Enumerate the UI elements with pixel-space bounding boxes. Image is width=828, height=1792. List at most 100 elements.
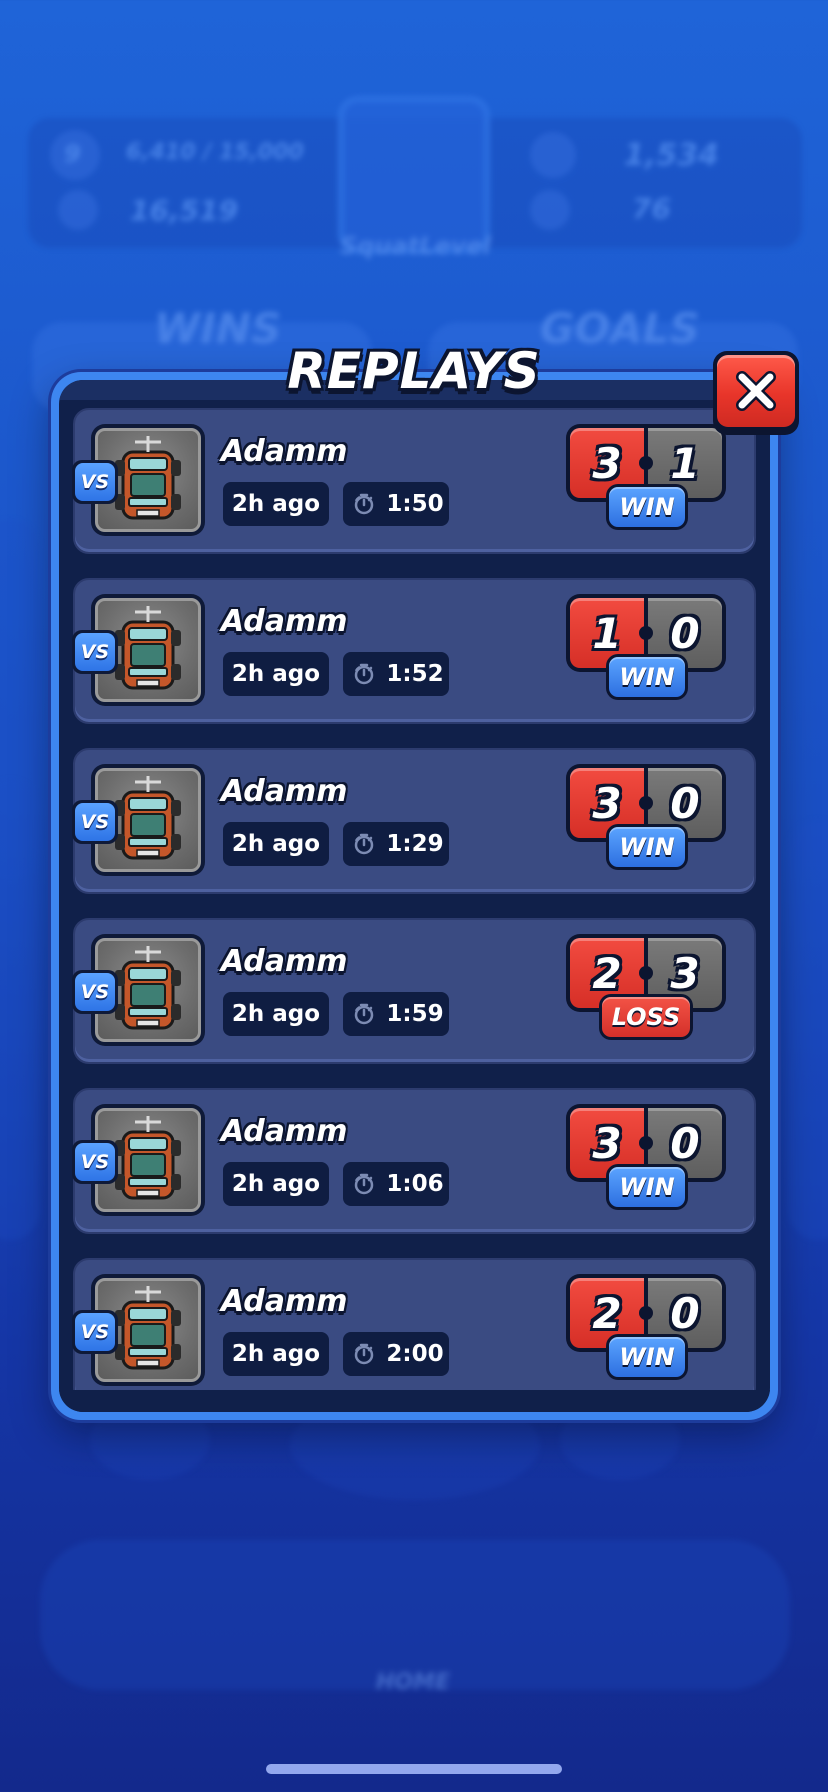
stopwatch-icon (355, 663, 374, 685)
home-nav-label: HOME (376, 1670, 451, 1695)
opponent-name: Adamm (221, 604, 348, 639)
result-label: WIN (609, 827, 685, 867)
stopwatch-icon (355, 493, 374, 515)
vs-badge: VS (72, 1310, 118, 1354)
replays-modal-body: VS Adamm 2h ago 1:50 3 1 WIN VS Adamm 2h… (59, 380, 770, 1412)
result-badge: LOSS (599, 994, 693, 1040)
gem-icon (530, 190, 570, 230)
vs-badge: VS (72, 800, 118, 844)
trophies-text: 1,534 (624, 138, 719, 173)
score-separator (639, 796, 653, 810)
replay-row[interactable]: VS Adamm 2h ago 1:50 3 1 WIN (72, 408, 756, 554)
close-icon (736, 371, 776, 411)
duration-text: 1:50 (386, 491, 444, 517)
opponent-score: 3 (670, 948, 700, 998)
profile-avatar (338, 96, 490, 254)
result-label: WIN (609, 487, 685, 527)
vs-badge-label: VS (75, 973, 115, 1011)
level-text: 9 (64, 140, 81, 168)
left-side-panel (0, 520, 40, 1240)
vs-badge-label: VS (75, 1143, 115, 1181)
xp-text: 6,410 / 15,000 (126, 140, 304, 165)
stopwatch-icon (355, 1003, 374, 1025)
replay-row[interactable]: VS Adamm 2h ago 2:00 2 0 WIN (72, 1258, 756, 1404)
opponent-score: 0 (670, 1288, 700, 1338)
replay-row[interactable]: VS Adamm 2h ago 1:59 2 3 LOSS (72, 918, 756, 1064)
duration-text: 1:29 (386, 831, 444, 857)
player-score: 3 (592, 438, 622, 488)
replays-modal: VS Adamm 2h ago 1:50 3 1 WIN VS Adamm 2h… (51, 372, 778, 1420)
car-icon (115, 776, 181, 860)
modal-title: REPLAYS (287, 342, 541, 400)
coin-icon (58, 190, 98, 230)
car-icon (115, 946, 181, 1030)
time-ago-pill: 2h ago (223, 1162, 329, 1206)
result-badge: WIN (606, 824, 688, 870)
stopwatch-icon (355, 1343, 374, 1365)
player-score: 3 (592, 778, 622, 828)
bottom-nav-bar (40, 1540, 790, 1690)
vs-badge-label: VS (75, 803, 115, 841)
opponent-name: Adamm (221, 774, 348, 809)
time-ago-pill: 2h ago (223, 482, 329, 526)
modal-bottom-edge (59, 1390, 770, 1412)
score-separator (639, 626, 653, 640)
vs-badge-label: VS (75, 633, 115, 671)
player-score: 2 (592, 948, 622, 998)
home-indicator[interactable] (266, 1764, 562, 1774)
opponent-score: 0 (670, 1118, 700, 1168)
vs-badge: VS (72, 970, 118, 1014)
duration-pill: 1:50 (343, 482, 449, 526)
result-label: WIN (609, 1337, 685, 1377)
car-icon (115, 1116, 181, 1200)
score-separator (639, 456, 653, 470)
opponent-score: 0 (670, 608, 700, 658)
duration-text: 1:59 (386, 1001, 444, 1027)
time-ago-pill: 2h ago (223, 992, 329, 1036)
result-badge: WIN (606, 654, 688, 700)
opponent-name: Adamm (221, 1284, 348, 1319)
result-label: WIN (609, 657, 685, 697)
close-button-face (717, 355, 795, 427)
time-ago-pill: 2h ago (223, 652, 329, 696)
duration-text: 1:52 (386, 661, 444, 687)
vs-badge-label: VS (75, 1313, 115, 1351)
vs-badge: VS (72, 630, 118, 674)
duration-pill: 1:06 (343, 1162, 449, 1206)
vs-badge-label: VS (75, 463, 115, 501)
opponent-name: Adamm (221, 1114, 348, 1149)
opponent-score: 1 (670, 438, 700, 488)
gems-text: 76 (632, 192, 671, 225)
stopwatch-icon (355, 1173, 374, 1195)
car-icon (115, 436, 181, 520)
car-icon (115, 606, 181, 690)
replay-list[interactable]: VS Adamm 2h ago 1:50 3 1 WIN VS Adamm 2h… (72, 404, 756, 1404)
duration-text: 1:06 (386, 1171, 444, 1197)
result-badge: WIN (606, 1334, 688, 1380)
opponent-name: Adamm (221, 434, 348, 469)
duration-text: 2:00 (386, 1341, 444, 1367)
result-label: WIN (609, 1167, 685, 1207)
player-score: 1 (592, 608, 622, 658)
vs-badge: VS (72, 1140, 118, 1184)
close-button[interactable] (713, 351, 799, 435)
duration-pill: 1:52 (343, 652, 449, 696)
right-side-panel (788, 820, 828, 1240)
result-badge: WIN (606, 1164, 688, 1210)
player-score: 2 (592, 1288, 622, 1338)
username-text: SquatLevel (340, 232, 491, 260)
replay-row[interactable]: VS Adamm 2h ago 1:06 3 0 WIN (72, 1088, 756, 1234)
car-icon (115, 1286, 181, 1370)
replay-row[interactable]: VS Adamm 2h ago 1:29 3 0 WIN (72, 748, 756, 894)
trophy-icon (530, 132, 576, 178)
opponent-name: Adamm (221, 944, 348, 979)
time-ago-pill: 2h ago (223, 822, 329, 866)
replay-row[interactable]: VS Adamm 2h ago 1:52 1 0 WIN (72, 578, 756, 724)
vs-badge: VS (72, 460, 118, 504)
player-score: 3 (592, 1118, 622, 1168)
score-separator (639, 966, 653, 980)
time-ago-pill: 2h ago (223, 1332, 329, 1376)
result-label: LOSS (602, 997, 690, 1037)
score-separator (639, 1136, 653, 1150)
result-badge: WIN (606, 484, 688, 530)
